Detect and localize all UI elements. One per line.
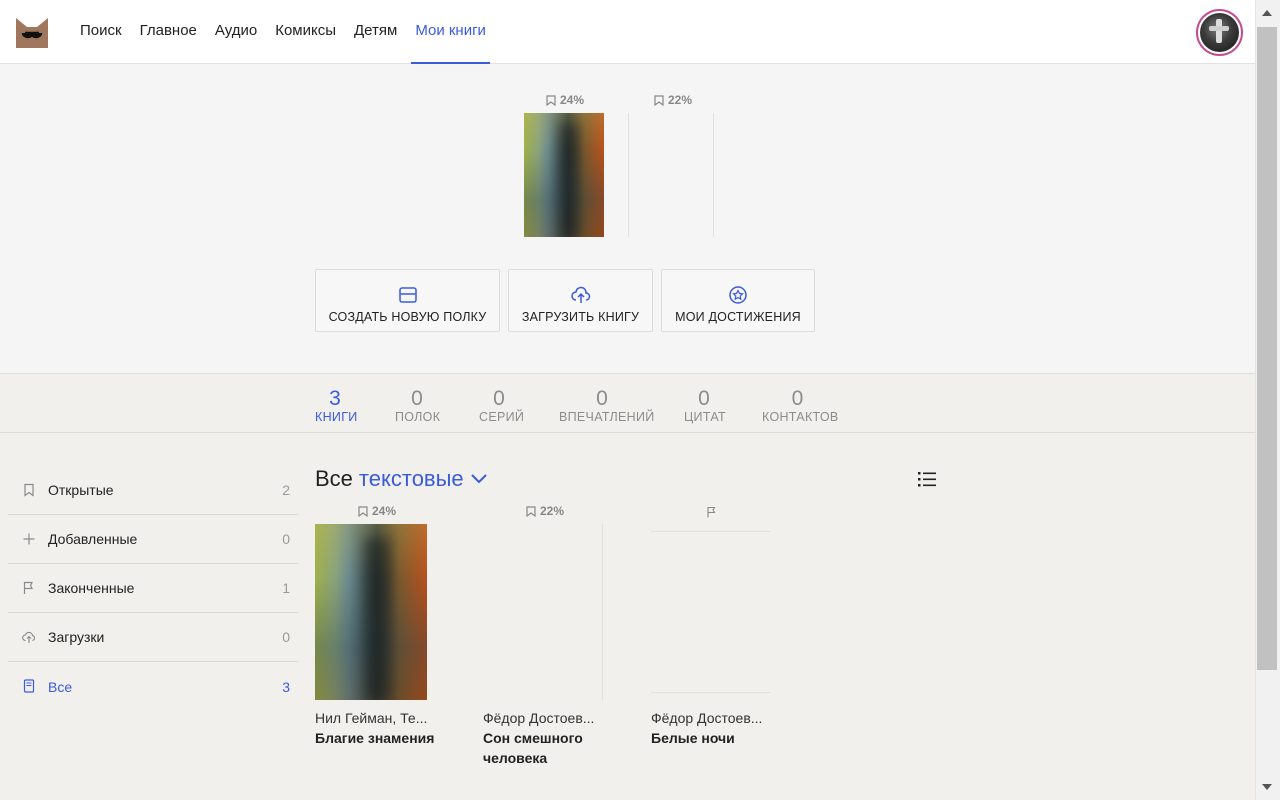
sidebar-item-count: 0 (282, 531, 290, 547)
sidebar-item-count: 3 (282, 678, 290, 695)
stat-label: ЦИТАТ (684, 410, 726, 424)
create-shelf-label: СОЗДАТЬ НОВУЮ ПОЛКУ (328, 310, 487, 324)
sidebar-item-label: Открытые (48, 482, 114, 498)
bookmark-icon (546, 94, 556, 106)
achievements-button[interactable]: МОИ ДОСТИЖЕНИЯ (661, 269, 815, 332)
format-filter-dropdown[interactable]: текстовые (359, 466, 464, 492)
sidebar-item-uploads[interactable]: Загрузки 0 (8, 613, 298, 662)
chevron-down-icon[interactable] (470, 473, 488, 485)
nav-kids[interactable]: Детям (354, 0, 397, 64)
avatar[interactable] (1196, 9, 1243, 56)
book-cover-empty[interactable] (713, 113, 714, 237)
progress-value: 22% (540, 504, 565, 518)
nav-search[interactable]: Поиск (80, 0, 122, 64)
book-author[interactable]: Нил Гейман, Те... (315, 710, 435, 726)
progress-value: 24% (372, 504, 397, 518)
flag-icon (707, 506, 716, 518)
book-title[interactable]: Благие знамения (315, 728, 445, 748)
top-bar: Поиск Главное Аудио Комиксы Детям Мои кн… (0, 0, 1255, 64)
progress-badge: 22% (526, 504, 564, 518)
nav-audio[interactable]: Аудио (215, 0, 257, 64)
progress-value: 22% (668, 93, 693, 107)
progress-badge: 24% (546, 93, 584, 107)
stat-shelves[interactable]: 0 ПОЛОК (395, 387, 441, 425)
stat-number: 0 (493, 387, 505, 410)
book-cover[interactable] (524, 113, 604, 237)
scroll-down-arrow-icon[interactable] (1262, 784, 1272, 790)
stat-quotes[interactable]: 0 ЦИТАТ (684, 387, 726, 425)
book-author[interactable]: Фёдор Достоев... (651, 710, 771, 726)
cloud-upload-icon (22, 631, 36, 643)
stat-number: 0 (791, 387, 804, 410)
sidebar-item-label: Загрузки (48, 629, 105, 645)
sidebar-item-count: 2 (282, 482, 290, 498)
sidebar-item-count: 1 (282, 580, 290, 596)
stat-label: СЕРИЙ (479, 410, 525, 424)
stat-label: КНИГИ (315, 410, 358, 424)
nav-my-books[interactable]: Мои книги (411, 0, 490, 64)
flag-icon (23, 581, 33, 594)
progress-badge: 22% (654, 93, 692, 107)
stat-number: 0 (411, 387, 423, 410)
stat-label: ВПЕЧАТЛЕНИЙ (559, 410, 655, 424)
nav-main[interactable]: Главное (140, 0, 197, 64)
bookmark-icon (24, 483, 34, 497)
list-title-prefix: Все (315, 466, 353, 491)
sidebar-item-opened[interactable]: Открытые 2 (8, 466, 298, 515)
scrollbar-thumb[interactable] (1257, 27, 1277, 670)
stat-contacts[interactable]: 0 КОНТАКТОВ (762, 387, 839, 425)
book-cover-empty[interactable] (602, 524, 603, 700)
bookmark-icon (654, 94, 664, 106)
achievements-label: МОИ ДОСТИЖЕНИЯ (675, 310, 801, 324)
nav-comics[interactable]: Комиксы (275, 0, 336, 64)
book-cover-empty-bottom[interactable] (651, 692, 771, 693)
sidebar-item-label: Добавленные (48, 531, 138, 547)
book-cover-empty-top (651, 531, 771, 532)
stat-series[interactable]: 0 СЕРИЙ (479, 387, 525, 425)
stat-number: 0 (698, 387, 710, 410)
cloud-upload-icon (570, 286, 590, 303)
stat-books[interactable]: 3 КНИГИ (315, 387, 358, 425)
sidebar-item-label: Все (48, 678, 73, 695)
list-title: Все текстовые (315, 466, 488, 492)
sidebar-item-all[interactable]: Все 3 (8, 662, 298, 711)
sidebar-item-label: Законченные (48, 580, 135, 596)
book-title[interactable]: Сон смешного человека (483, 728, 613, 768)
star-badge-icon (729, 286, 747, 304)
plus-icon (23, 533, 35, 545)
stat-label: КОНТАКТОВ (762, 410, 839, 424)
logo-icon[interactable] (15, 15, 49, 49)
sidebar-item-finished[interactable]: Законченные 1 (8, 564, 298, 613)
stat-impressions[interactable]: 0 ВПЕЧАТЛЕНИЙ (559, 387, 655, 425)
avatar-image (1200, 13, 1239, 52)
sidebar-item-count: 0 (282, 629, 290, 645)
divider (628, 113, 629, 237)
book-cover[interactable] (315, 524, 427, 700)
shelf-icon (398, 287, 417, 303)
stat-label: ПОЛОК (395, 410, 441, 424)
bookmark-icon (358, 505, 368, 517)
upload-book-button[interactable]: ЗАГРУЗИТЬ КНИГУ (508, 269, 653, 332)
book-title[interactable]: Белые ночи (651, 728, 781, 748)
main-nav: Поиск Главное Аудио Комиксы Детям Мои кн… (80, 0, 504, 64)
create-shelf-button[interactable]: СОЗДАТЬ НОВУЮ ПОЛКУ (315, 269, 500, 332)
list-view-icon[interactable] (917, 470, 937, 488)
stat-number: 3 (329, 387, 341, 410)
stat-number: 0 (596, 387, 608, 410)
scroll-up-arrow-icon[interactable] (1262, 10, 1272, 16)
upload-book-label: ЗАГРУЗИТЬ КНИГУ (521, 310, 640, 324)
book-author[interactable]: Фёдор Достоев... (483, 710, 603, 726)
bookmark-icon (526, 505, 536, 517)
sidebar-item-added[interactable]: Добавленные 0 (8, 515, 298, 564)
book-icon (23, 679, 35, 693)
progress-badge: 24% (358, 504, 396, 518)
progress-value: 24% (560, 93, 585, 107)
